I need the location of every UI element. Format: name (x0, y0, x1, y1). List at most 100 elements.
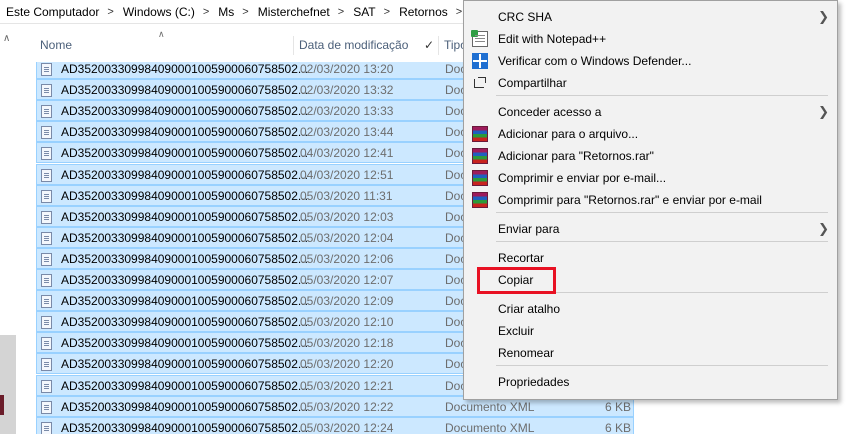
menu-item-label: Recortar (498, 251, 545, 265)
file-name: AD352003309984090001005900060758502... (61, 104, 308, 119)
winrar-icon (472, 126, 488, 142)
xml-file-icon (41, 274, 52, 287)
xml-file-icon (41, 105, 52, 119)
file-date: 05/03/2020 12:18 (300, 336, 394, 351)
file-name: AD352003309984090001005900060758502... (61, 83, 308, 98)
file-date: 02/03/2020 13:32 (300, 83, 394, 98)
file-name: AD352003309984090001005900060758502... (61, 294, 308, 309)
menu-item-label: Compartilhar (498, 76, 567, 90)
column-headers: ∧ Nome Data de modificação ✓ Tipo (36, 29, 472, 57)
breadcrumb-item-retornos[interactable]: Retornos > (399, 5, 471, 19)
submenu-arrow-icon: ❯ (818, 9, 829, 24)
xml-file-icon (41, 147, 52, 161)
menu-item-send-to[interactable]: Enviar para ❯ (464, 218, 837, 240)
menu-item-label: Adicionar para o arquivo... (498, 127, 639, 141)
file-type: Documento XML (445, 420, 535, 434)
file-name: AD352003309984090001005900060758502... (61, 188, 308, 203)
scroll-up-icon[interactable]: ∧ (3, 33, 10, 44)
file-date: 05/03/2020 12:22 (300, 399, 394, 414)
xml-file-icon (41, 84, 52, 98)
breadcrumb-item-misterchefnet[interactable]: Misterchefnet > (258, 5, 353, 19)
file-type: Documento XML (445, 399, 535, 414)
taskbar-edge (0, 395, 4, 415)
file-date: 02/03/2020 13:44 (300, 125, 394, 140)
file-name: AD352003309984090001005900060758502... (61, 357, 308, 372)
notepad-plus-plus-icon (471, 30, 488, 47)
file-name: AD352003309984090001005900060758502... (61, 336, 308, 351)
file-date: 05/03/2020 12:07 (300, 273, 394, 287)
chevron-right-icon[interactable]: > (203, 6, 209, 18)
menu-item-label: Propriedades (498, 375, 570, 389)
file-size: 6 KB (604, 420, 631, 434)
xml-file-icon (41, 63, 52, 76)
xml-file-icon (41, 168, 52, 182)
file-date: 05/03/2020 12:03 (300, 209, 394, 224)
file-date: 05/03/2020 12:24 (300, 420, 394, 434)
navigation-pane-scrollbar[interactable] (0, 335, 16, 434)
xml-file-icon (41, 126, 52, 140)
windows-defender-icon (472, 53, 488, 69)
winrar-icon (472, 148, 488, 164)
file-row[interactable]: AD352003309984090001005900060758502... 05… (36, 416, 634, 434)
breadcrumb-item-drive[interactable]: Windows (C:) > (123, 5, 218, 19)
menu-item-properties[interactable]: Propriedades (464, 371, 837, 393)
checkmark-icon[interactable]: ✓ (424, 33, 434, 57)
file-name: AD352003309984090001005900060758502... (61, 378, 308, 393)
menu-item-compress-rar-email[interactable]: Comprimir para "Retornos.rar" e enviar p… (464, 189, 837, 211)
xml-file-icon (41, 252, 52, 266)
file-date: 05/03/2020 12:04 (300, 230, 394, 245)
breadcrumb-item-ms[interactable]: Ms > (218, 5, 257, 19)
chevron-right-icon[interactable]: > (242, 6, 248, 18)
menu-item-label: CRC SHA (498, 10, 553, 24)
xml-file-icon (41, 379, 52, 393)
menu-item-cut[interactable]: Recortar (464, 247, 837, 269)
menu-item-label: Verificar com o Windows Defender... (498, 54, 692, 68)
column-header-name[interactable]: Nome (40, 33, 72, 57)
breadcrumb-item-computer[interactable]: Este Computador > (6, 5, 123, 19)
menu-item-share[interactable]: Compartilhar (464, 72, 837, 94)
menu-item-label: Criar atalho (498, 302, 561, 316)
submenu-arrow-icon: ❯ (818, 221, 829, 236)
xml-file-icon (41, 210, 52, 224)
file-name: AD352003309984090001005900060758502... (61, 251, 308, 266)
menu-item-label: Conceder acesso a (498, 105, 602, 119)
menu-item-delete[interactable]: Excluir (464, 320, 837, 342)
file-name: AD352003309984090001005900060758502... (61, 146, 308, 161)
menu-item-label: Enviar para (498, 222, 560, 236)
menu-separator (496, 212, 828, 213)
menu-item-crc-sha[interactable]: CRC SHA ❯ (464, 6, 837, 28)
context-menu: CRC SHA ❯ Edit with Notepad++ Verificar com… (463, 0, 838, 400)
file-date: 02/03/2020 13:33 (300, 104, 394, 119)
menu-item-add-rar[interactable]: Adicionar para "Retornos.rar" (464, 145, 837, 167)
breadcrumb-item-sat[interactable]: SAT > (353, 5, 399, 19)
chevron-right-icon[interactable]: > (338, 6, 344, 18)
menu-item-rename[interactable]: Renomear (464, 342, 837, 364)
xml-file-icon (41, 337, 52, 351)
column-divider[interactable] (438, 36, 439, 55)
menu-item-edit-notepad[interactable]: Edit with Notepad++ (464, 28, 837, 50)
column-header-date[interactable]: Data de modificação (299, 33, 408, 57)
file-name: AD352003309984090001005900060758502... (61, 62, 308, 76)
chevron-right-icon[interactable]: > (384, 6, 390, 18)
menu-item-defender[interactable]: Verificar com o Windows Defender... (464, 50, 837, 72)
share-icon (472, 75, 488, 91)
file-date: 05/03/2020 12:21 (300, 378, 394, 393)
file-date: 05/03/2020 12:09 (300, 294, 394, 309)
chevron-right-icon[interactable]: > (107, 6, 113, 18)
menu-item-grant-access[interactable]: Conceder acesso a ❯ (464, 101, 837, 123)
menu-item-label: Comprimir para "Retornos.rar" e enviar p… (498, 193, 762, 207)
menu-item-label: Adicionar para "Retornos.rar" (498, 149, 654, 163)
column-divider[interactable] (293, 36, 294, 55)
xml-file-icon (41, 231, 52, 245)
copy-highlight-box (477, 267, 556, 294)
menu-item-compress-email[interactable]: Comprimir e enviar por e-mail... (464, 167, 837, 189)
file-date: 05/03/2020 11:31 (300, 188, 393, 203)
menu-item-create-shortcut[interactable]: Criar atalho (464, 298, 837, 320)
chevron-right-icon[interactable]: > (456, 6, 462, 18)
menu-item-label: Excluir (498, 324, 535, 338)
file-name: AD352003309984090001005900060758502... (61, 125, 308, 140)
submenu-arrow-icon: ❯ (818, 104, 829, 119)
xml-file-icon (41, 421, 52, 434)
menu-item-label: Renomear (498, 346, 555, 360)
menu-item-add-archive[interactable]: Adicionar para o arquivo... (464, 123, 837, 145)
